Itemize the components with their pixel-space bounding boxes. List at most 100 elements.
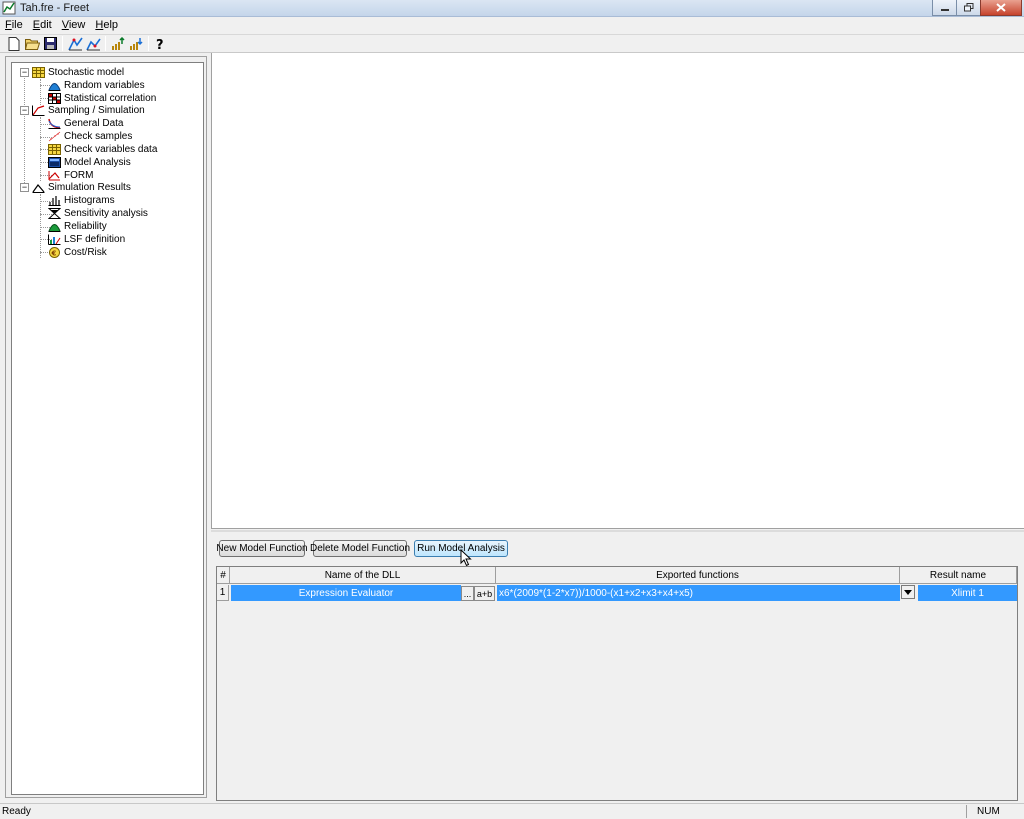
status-bar: Ready NUM — [0, 803, 1024, 819]
menu-edit[interactable]: Edit — [28, 17, 57, 34]
column-header-result[interactable]: Result name — [900, 567, 1017, 584]
sampling-icon — [67, 37, 83, 50]
tree-label: Cost/Risk — [64, 247, 107, 258]
tree-label: FORM — [64, 170, 94, 181]
tree-item-model-analysis[interactable]: Model Analysis — [48, 156, 131, 169]
exported-function: x6*(2009*(1-2*x7))/1000-(x1+x2+x3+x4+x5) — [499, 587, 693, 599]
minimize-icon — [940, 8, 949, 11]
column-header-functions[interactable]: Exported functions — [496, 567, 900, 584]
tree-label: General Data — [64, 118, 124, 129]
function-dropdown-button[interactable] — [901, 585, 915, 599]
tree-label: Histograms — [64, 195, 115, 206]
tree-label: Simulation Results — [48, 182, 131, 193]
chart-up-icon — [111, 36, 125, 50]
tree-item-reliability[interactable]: Reliability — [48, 220, 107, 233]
model-function-grid: # Name of the DLL Exported functions Res… — [216, 566, 1018, 801]
dll-name: Expression Evaluator — [298, 587, 394, 599]
toolbar-separator — [105, 36, 106, 51]
expression-editor-button[interactable]: a+b — [474, 586, 495, 601]
exported-function-cell[interactable]: x6*(2009*(1-2*x7))/1000-(x1+x2+x3+x4+x5) — [497, 585, 900, 601]
form-icon — [48, 171, 60, 181]
tree-item-histograms[interactable]: Histograms — [48, 194, 115, 207]
menu-file[interactable]: File — [0, 17, 28, 34]
table-row[interactable]: Expression Evaluator ... a+b x6*(2009*(1… — [230, 585, 1017, 601]
tree-item-simulation-results[interactable]: Simulation Results — [32, 181, 131, 194]
tree-label: Sampling / Simulation — [48, 105, 145, 116]
tree-label: LSF definition — [64, 234, 126, 245]
app-icon — [2, 1, 16, 15]
open-folder-icon — [24, 39, 40, 50]
expand-stochastic-model[interactable]: − — [20, 68, 29, 77]
chart-down-button[interactable] — [127, 36, 145, 52]
histogram-icon — [48, 196, 61, 206]
tree-label: Sensitivity analysis — [64, 208, 148, 219]
close-icon — [996, 3, 1006, 12]
simulation-icon — [85, 38, 101, 50]
tree-item-stochastic-model[interactable]: Stochastic model — [32, 66, 124, 79]
project-tree: − − − Stochastic model Random variables … — [11, 62, 204, 795]
num-lock-indicator: NUM — [966, 805, 1018, 818]
tree-item-lsf-definition[interactable]: LSF definition — [48, 233, 125, 246]
new-model-function-button[interactable]: New Model Function — [216, 540, 308, 557]
chart-down-icon — [129, 37, 143, 50]
delete-model-function-button[interactable]: Delete Model Function — [310, 540, 410, 557]
column-header-dll[interactable]: Name of the DLL — [230, 567, 496, 584]
sampling-button[interactable] — [66, 36, 84, 52]
window-title: Tah.fre - Freet — [20, 2, 90, 14]
tree-item-check-samples[interactable]: Check samples — [48, 130, 132, 143]
grid-table-icon — [32, 67, 45, 78]
restore-icon — [963, 3, 973, 12]
row-number: 1 — [217, 585, 229, 601]
model-analysis-icon — [48, 157, 61, 168]
new-file-icon — [8, 36, 20, 51]
tree-label: Statistical correlation — [64, 93, 157, 104]
mouse-cursor-icon — [460, 549, 472, 567]
tree-item-cost-risk[interactable]: € Cost/Risk — [48, 246, 107, 259]
save-button[interactable] — [41, 36, 59, 52]
save-icon — [43, 37, 57, 50]
new-file-button[interactable] — [5, 36, 23, 52]
expand-simulation-results[interactable]: − — [20, 183, 29, 192]
check-samples-icon — [48, 131, 61, 142]
general-data-icon — [48, 118, 61, 129]
chart-up-button[interactable] — [109, 36, 127, 52]
tree-label: Reliability — [64, 221, 107, 232]
chevron-down-icon — [904, 589, 912, 595]
minimize-button[interactable] — [932, 0, 957, 16]
menu-view[interactable]: View — [57, 17, 91, 34]
tree-label: Check samples — [64, 131, 133, 142]
distribution-icon — [48, 83, 61, 91]
tree-item-sampling-simulation[interactable]: Sampling / Simulation — [32, 104, 145, 117]
title-bar: Tah.fre - Freet — [0, 0, 1024, 17]
tree-label: Random variables — [64, 80, 145, 91]
tree-item-sensitivity-analysis[interactable]: Sensitivity analysis — [48, 207, 148, 220]
correlation-matrix-icon — [48, 93, 61, 104]
tree-label: Stochastic model — [48, 67, 125, 78]
dll-name-cell[interactable]: Expression Evaluator — [231, 585, 461, 601]
menu-help[interactable]: Help — [90, 17, 123, 34]
sampling-icon — [32, 105, 45, 116]
toolbar-separator — [148, 36, 149, 51]
open-button[interactable] — [23, 36, 41, 52]
tree-item-check-variables-data[interactable]: Check variables data — [48, 143, 157, 156]
result-name-cell[interactable]: Xlimit 1 — [918, 585, 1017, 601]
tree-label: Model Analysis — [64, 157, 131, 168]
tree-item-general-data[interactable]: General Data — [48, 117, 123, 130]
simulation-results-icon — [32, 184, 45, 193]
toolbar-separator — [62, 36, 63, 51]
browse-dll-button[interactable]: ... — [461, 586, 474, 601]
tree-item-random-variables[interactable]: Random variables — [48, 79, 145, 92]
lsf-definition-icon — [48, 234, 61, 245]
graphics-view — [211, 53, 1024, 529]
expand-sampling-simulation[interactable]: − — [20, 106, 29, 115]
reliability-icon — [48, 224, 61, 232]
sensitivity-icon — [48, 208, 61, 219]
help-icon: ? — [156, 38, 164, 51]
tree-panel: − − − Stochastic model Random variables … — [5, 56, 207, 798]
restore-button[interactable] — [956, 0, 981, 16]
menu-bar: File Edit View Help — [0, 17, 1024, 34]
status-text: Ready — [2, 806, 31, 817]
close-button[interactable] — [980, 0, 1022, 16]
help-button[interactable]: ? — [152, 36, 170, 52]
simulation-button[interactable] — [84, 36, 102, 52]
